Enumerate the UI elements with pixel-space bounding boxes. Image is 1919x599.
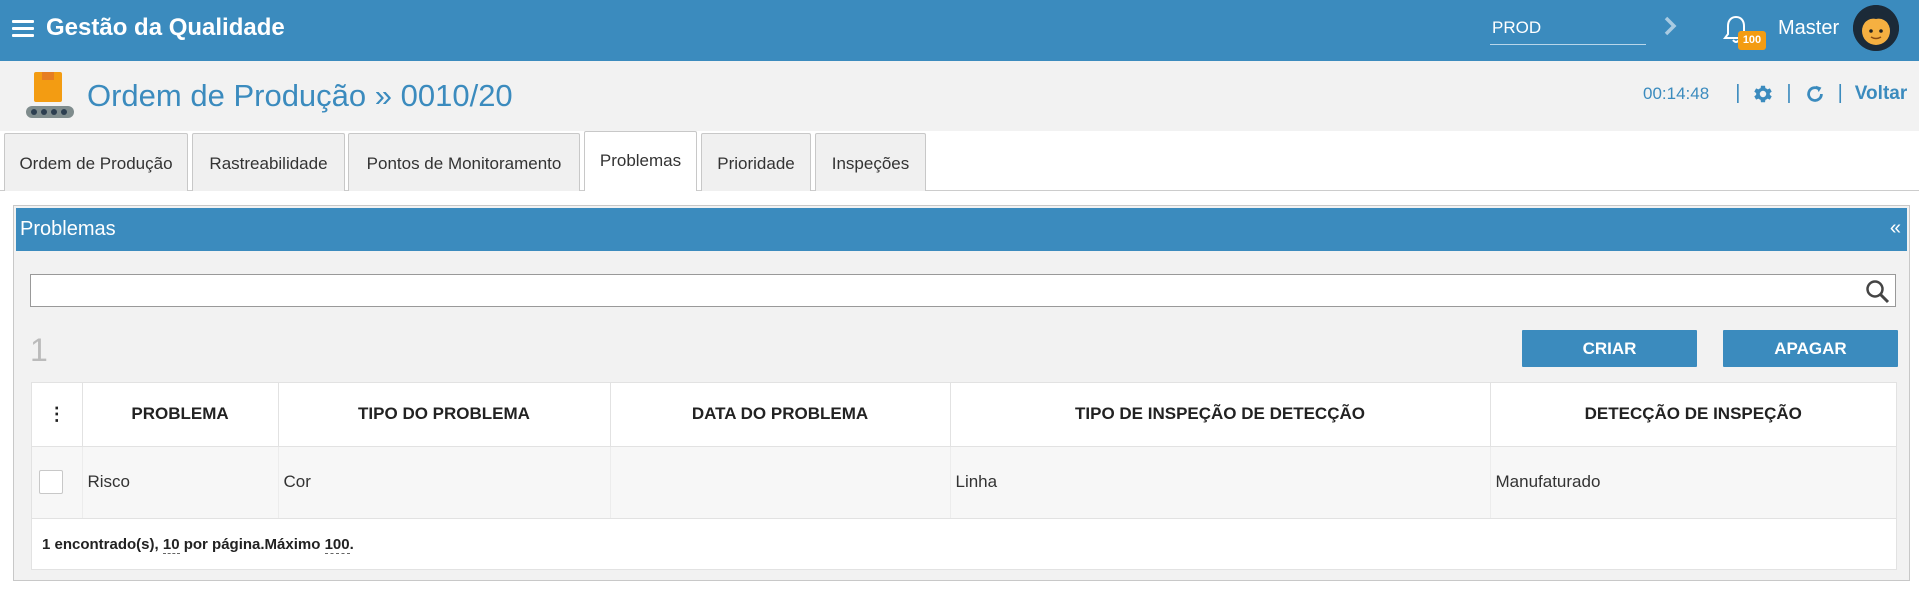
max-value[interactable]: 100 [324,536,350,554]
panel-title: Problemas [20,218,116,240]
search-input[interactable] [31,275,1851,306]
content-area: Problemas « 1 CRIAR APAGAR ⋮ PROBLEMA TI… [0,191,1919,599]
create-button[interactable]: CRIAR [1522,330,1697,367]
column-header-tipo-do-problema[interactable]: TIPO DO PROBLEMA [278,383,611,447]
separator: | [1735,82,1741,104]
cell-data-do-problema [610,446,951,519]
session-timer: 00:14:48 [1643,83,1710,103]
header-actions: 00:14:48 | | | Voltar [1643,82,1907,105]
problems-panel: Problemas « 1 CRIAR APAGAR ⋮ PROBLEMA TI… [13,205,1910,581]
search-icon[interactable] [1865,279,1891,305]
problems-table: ⋮ PROBLEMA TIPO DO PROBLEMA DATA DO PROB… [31,382,1897,570]
kebab-menu-icon[interactable]: ⋮ [48,404,66,424]
user-name[interactable]: Master [1778,17,1839,40]
top-bar: Gestão da Qualidade 100 Master [0,0,1919,61]
per-page-label: por página.Máximo [179,536,325,553]
tab-bar: Ordem de Produção Rastreabilidade Pontos… [0,131,1919,193]
column-menu[interactable]: ⋮ [32,383,83,447]
separator: | [1837,82,1843,104]
collapse-button[interactable]: « [1890,217,1901,240]
menu-icon[interactable] [12,20,34,38]
footer-end: . [349,536,354,553]
factory-icon [26,72,74,118]
tab-inspecoes[interactable]: Inspeções [815,133,926,193]
cell-tipo-do-problema: Cor [278,446,611,519]
panel-header: Problemas « [16,208,1907,251]
result-count: 1 [30,332,48,368]
tab-rastreabilidade[interactable]: Rastreabilidade [192,133,345,193]
column-header-tipo-de-inspecao[interactable]: TIPO DE INSPEÇÃO DE DETECÇÃO [950,383,1491,447]
row-checkbox[interactable] [39,470,63,494]
avatar[interactable] [1853,5,1899,51]
separator: | [1786,82,1792,104]
tab-ordem-de-producao[interactable]: Ordem de Produção [4,133,188,193]
tab-pontos-de-monitoramento[interactable]: Pontos de Monitoramento [348,133,580,193]
cell-deteccao-de-inspecao: Manufaturado [1490,446,1896,519]
per-page-value[interactable]: 10 [162,536,180,554]
gear-icon[interactable] [1752,83,1774,105]
environment-input[interactable] [1490,12,1646,45]
cell-problema: Risco [82,446,279,519]
row-select-cell [32,446,83,519]
column-header-problema[interactable]: PROBLEMA [82,383,279,447]
table-row[interactable]: Risco Cor Linha Manufaturado [32,446,1896,519]
column-header-deteccao-de-inspecao[interactable]: DETECÇÃO DE INSPEÇÃO [1490,383,1896,447]
tab-problemas[interactable]: Problemas [584,131,697,192]
delete-button[interactable]: APAGAR [1723,330,1898,367]
chevron-right-icon[interactable] [1660,14,1680,38]
app-title: Gestão da Qualidade [46,14,285,41]
found-count-text: 1 encontrado(s), [42,536,163,553]
page-title: Ordem de Produção » 0010/20 [87,78,513,113]
pagination-info: 1 encontrado(s), 10 por página.Máximo 10… [42,536,354,554]
cell-tipo-de-inspecao: Linha [950,446,1491,519]
tab-prioridade[interactable]: Prioridade [701,133,811,193]
notification-badge[interactable]: 100 [1738,31,1766,50]
back-link[interactable]: Voltar [1855,83,1907,105]
search-box [30,274,1896,307]
column-header-data-do-problema[interactable]: DATA DO PROBLEMA [610,383,951,447]
table-header-row: ⋮ PROBLEMA TIPO DO PROBLEMA DATA DO PROB… [32,383,1896,447]
refresh-icon[interactable] [1804,83,1826,105]
